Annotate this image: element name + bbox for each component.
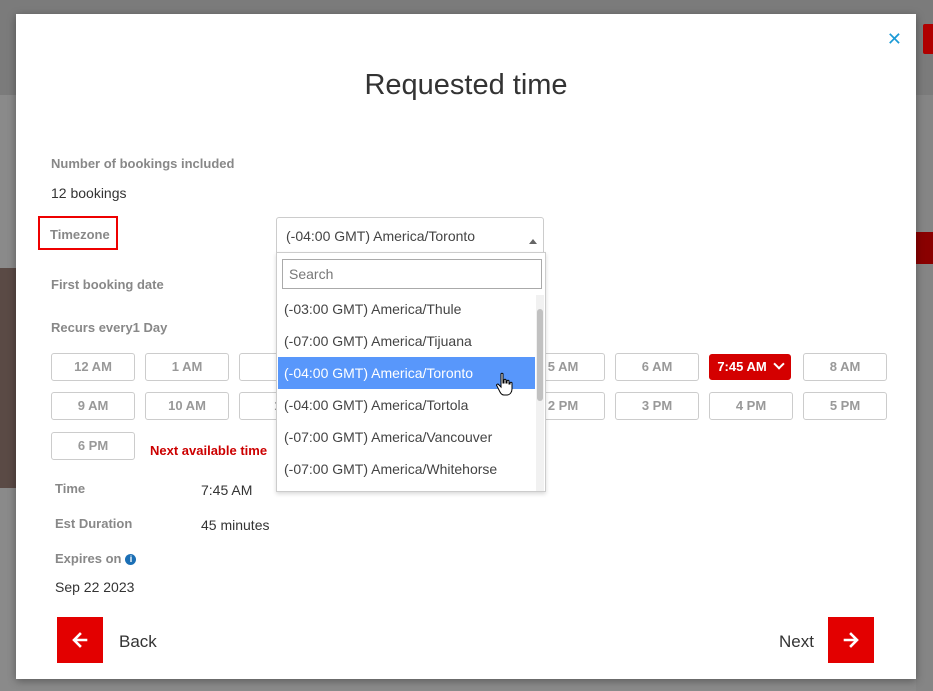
close-icon[interactable]: ✕ xyxy=(887,30,902,48)
back-button[interactable] xyxy=(57,617,103,663)
timezone-select[interactable]: (-04:00 GMT) America/Toronto xyxy=(276,217,544,253)
background-red-button xyxy=(916,232,933,264)
timezone-option[interactable]: (-07:00 GMT) America/Tijuana xyxy=(278,325,535,357)
timezone-selected-value: (-04:00 GMT) America/Toronto xyxy=(286,228,476,244)
duration-label: Est Duration xyxy=(55,516,133,531)
info-icon[interactable]: i xyxy=(125,554,137,566)
next-available-time-link[interactable]: Next available time xyxy=(150,443,267,458)
time-slot-1am[interactable]: 1 AM xyxy=(145,353,229,381)
time-slot-3pm[interactable]: 3 PM xyxy=(615,392,699,420)
chevron-down-icon xyxy=(773,358,785,370)
expires-value: Sep 22 2023 xyxy=(55,579,135,595)
time-value: 7:45 AM xyxy=(201,482,253,498)
timezone-search-input[interactable] xyxy=(282,259,542,289)
time-slot-selected-label: 7:45 AM xyxy=(717,359,767,374)
chevron-up-icon xyxy=(529,239,537,244)
bookings-value: 12 bookings xyxy=(51,185,127,201)
next-label[interactable]: Next xyxy=(779,632,814,652)
first-booking-date-label: First booking date xyxy=(51,277,164,292)
timezone-highlight-box: Timezone xyxy=(38,216,118,250)
hand-cursor-icon xyxy=(496,372,513,396)
duration-value: 45 minutes xyxy=(201,517,270,533)
timezone-option[interactable]: (-07:00 GMT) America/Whitehorse xyxy=(278,453,535,485)
bookings-label: Number of bookings included xyxy=(51,156,235,171)
time-slot-10am[interactable]: 10 AM xyxy=(145,392,229,420)
time-slot-8am[interactable]: 8 AM xyxy=(803,353,887,381)
background-red-tab xyxy=(923,24,933,54)
timezone-option[interactable]: (-07:00 GMT) America/Vancouver xyxy=(278,421,535,453)
background-right-panel xyxy=(916,95,933,691)
requested-time-modal: ✕ Requested time Number of bookings incl… xyxy=(16,14,916,679)
modal-title: Requested time xyxy=(364,69,568,101)
expires-label-text: Expires on xyxy=(55,551,122,566)
time-slot-6pm[interactable]: 6 PM xyxy=(51,432,135,460)
time-label: Time xyxy=(55,481,86,496)
time-slot-9am[interactable]: 9 AM xyxy=(51,392,135,420)
timezone-label: Timezone xyxy=(50,227,110,242)
arrow-right-icon xyxy=(843,632,859,648)
time-slot-5pm[interactable]: 5 PM xyxy=(803,392,887,420)
timezone-option[interactable]: (-03:00 GMT) America/Thule xyxy=(278,293,535,325)
time-slot-selected[interactable]: 7:45 AM xyxy=(709,354,791,380)
recurs-label: Recurs every1 Day xyxy=(51,320,168,335)
back-label[interactable]: Back xyxy=(119,632,157,652)
next-button[interactable] xyxy=(828,617,874,663)
expires-label: Expires on i xyxy=(55,551,137,566)
time-slot-6am[interactable]: 6 AM xyxy=(615,353,699,381)
dropdown-scroll-thumb[interactable] xyxy=(537,309,543,401)
arrow-left-icon xyxy=(72,632,88,648)
background-photo xyxy=(0,268,16,488)
time-slot-4pm[interactable]: 4 PM xyxy=(709,392,793,420)
time-slot-12am[interactable]: 12 AM xyxy=(51,353,135,381)
